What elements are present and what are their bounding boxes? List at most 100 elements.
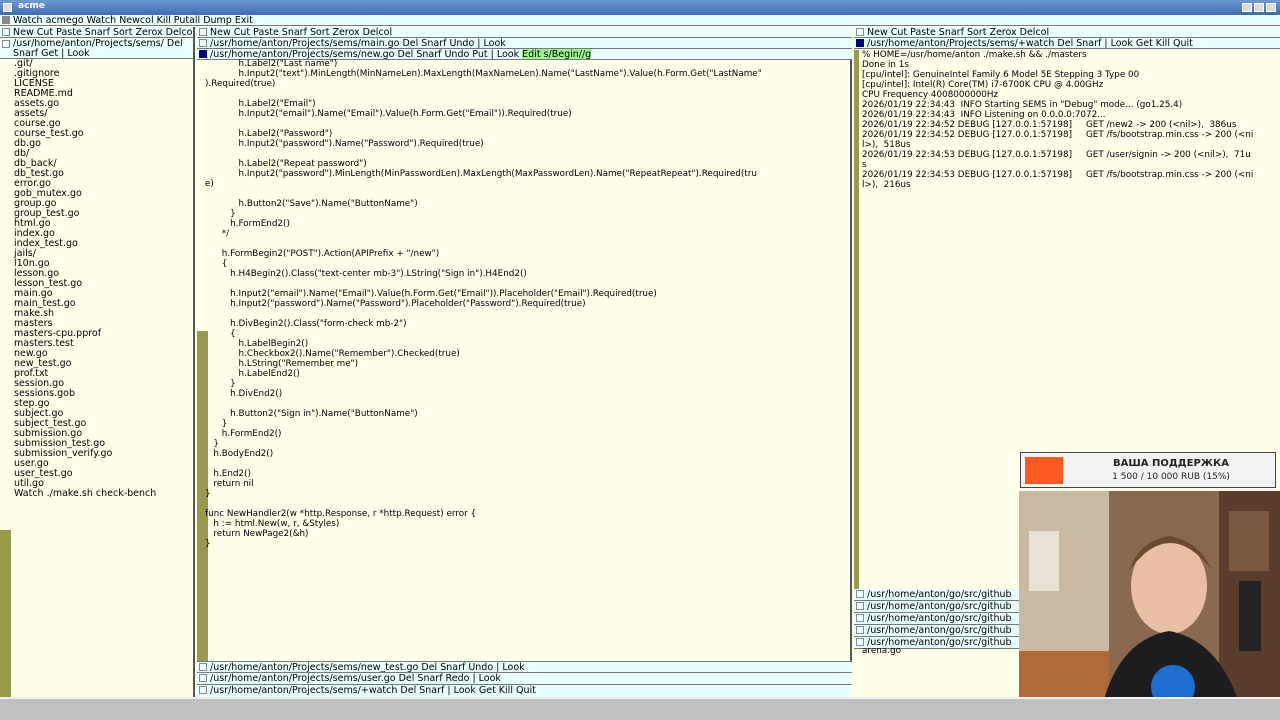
window-box[interactable]	[856, 614, 864, 622]
user-go-tag-text[interactable]: /usr/home/anton/Projects/sems/user.go De…	[210, 673, 501, 684]
left-column: New Cut Paste Snarf Sort Zerox Delcol /u…	[0, 27, 195, 697]
middle-column: New Cut Paste Snarf Sort Zerox Delcol /u…	[197, 27, 852, 697]
window-box[interactable]	[199, 674, 207, 682]
code-line: h.Input2("password").Name("Password").Pl…	[205, 299, 586, 309]
watch-tag[interactable]: /usr/home/anton/Projects/sems/+watch Del…	[197, 685, 852, 697]
middle-column-tag-text[interactable]: New Cut Paste Snarf Sort Zerox Delcol	[210, 27, 392, 37]
webcam-feed	[1019, 491, 1280, 720]
window-box[interactable]	[856, 638, 864, 646]
dir-window-tag-text[interactable]: /usr/home/anton/Projects/sems/ Del Snarf…	[13, 39, 193, 58]
code-line: h.Input2("password").MinLength(MinPasswo…	[205, 169, 757, 179]
output-line: % HOME=/usr/home/anton ./make.sh && ./ma…	[862, 50, 1087, 60]
code-line: */	[205, 229, 230, 239]
code-line: ).Required(true)	[205, 79, 276, 89]
stacked-window-tag-text[interactable]: /usr/home/anton/go/src/github	[867, 601, 1012, 612]
window-box[interactable]	[856, 602, 864, 610]
code-line: h.End2()	[205, 469, 251, 479]
code-line: h.DivEnd2()	[205, 389, 283, 399]
output-line: Done in 1s	[862, 60, 909, 70]
middle-column-tag[interactable]: New Cut Paste Snarf Sort Zerox Delcol	[197, 27, 852, 38]
code-line: {	[205, 259, 228, 269]
file-list-item[interactable]: Watch ./make.sh check-bench	[14, 489, 192, 499]
code-line: }	[205, 489, 211, 499]
watch-tag-text[interactable]: /usr/home/anton/Projects/sems/+watch Del…	[210, 685, 536, 696]
maximize-icon[interactable]	[1254, 3, 1264, 12]
output-line: [cpu/intel]: GenuineIntel Family 6 Model…	[862, 70, 1140, 80]
output-line: 2026/01/19 22:34:43 INFO Listening on 0.…	[862, 110, 1106, 120]
output-line: [cpu/intel]: Intel(R) Core(TM) i7-6700K …	[862, 80, 1104, 90]
file-list-item[interactable]: db.go	[14, 139, 192, 149]
output-window-tag[interactable]: /usr/home/anton/Projects/sems/+watch Del…	[854, 38, 1280, 49]
new-test-tag-text[interactable]: /usr/home/anton/Projects/sems/new_test.g…	[210, 662, 525, 672]
code-line: h.Label2("Password")	[205, 129, 333, 139]
close-icon[interactable]	[1266, 3, 1276, 12]
window-titlebar: acme	[0, 0, 1280, 15]
window-title: acme	[18, 1, 45, 11]
donation-widget: ВАША ПОДДЕРЖКА 1 500 / 10 000 RUB (15%)	[1020, 452, 1276, 488]
code-line: return nil	[205, 479, 254, 489]
window-box[interactable]	[199, 663, 207, 671]
code-line: h.FormEnd2()	[205, 429, 282, 439]
minimize-icon[interactable]	[1242, 3, 1252, 12]
file-list: .git/.gitignore LICENSE README.md assets.go…	[14, 59, 192, 499]
main-go-tag[interactable]: /usr/home/anton/Projects/sems/main.go De…	[197, 38, 852, 49]
main-go-tag-text[interactable]: /usr/home/anton/Projects/sems/main.go De…	[210, 38, 506, 48]
main-tag-text[interactable]: Watch acmego Watch Newcol Kill Putall Du…	[13, 15, 253, 25]
code-line: }	[205, 419, 228, 429]
stacked-window-tag-text[interactable]: /usr/home/anton/go/src/github	[867, 589, 1012, 600]
dir-scrollbar[interactable]	[0, 60, 11, 697]
window-box[interactable]	[2, 40, 10, 48]
stacked-window-tag-text[interactable]: /usr/home/anton/go/src/github	[867, 613, 1012, 624]
new-test-tag[interactable]: /usr/home/anton/Projects/sems/new_test.g…	[197, 661, 852, 673]
right-column-tag[interactable]: New Cut Paste Snarf Sort Zerox Delcol	[854, 27, 1280, 38]
code-line: h.DivBegin2().Class("form-check mb-2")	[205, 319, 407, 329]
left-column-tag-text[interactable]: New Cut Paste Snarf Sort Zerox Delcol	[13, 27, 193, 37]
code-line: h.Label2("Email")	[205, 99, 316, 109]
stacked-windows: /usr/home/anton/go/src/github/usr/home/a…	[854, 589, 1024, 649]
left-column-tag[interactable]: New Cut Paste Snarf Sort Zerox Delcol	[0, 27, 193, 38]
webcam-image	[1019, 491, 1280, 720]
stacked-window-tag[interactable]: /usr/home/anton/go/src/github	[854, 625, 1024, 637]
dir-scroll-thumb[interactable]	[0, 60, 11, 530]
arena-text[interactable]: arena.go	[862, 646, 901, 656]
output-scrollbar[interactable]	[854, 50, 859, 590]
donation-amount: 1 500 / 10 000 RUB (15%)	[1112, 472, 1230, 482]
stacked-window-tag-text[interactable]: /usr/home/anton/go/src/github	[867, 625, 1012, 636]
column-box[interactable]	[199, 28, 207, 36]
code-line: func NewHandler2(w *http.Response, r *ht…	[205, 509, 477, 519]
right-column-tag-text[interactable]: New Cut Paste Snarf Sort Zerox Delcol	[867, 27, 1049, 37]
output-line: l>), 518us	[862, 140, 911, 150]
code-line: e)	[205, 179, 214, 189]
main-tag[interactable]: Watch acmego Watch Newcol Kill Putall Du…	[0, 15, 1280, 26]
output-window-tag-text[interactable]: /usr/home/anton/Projects/sems/+watch Del…	[867, 38, 1193, 48]
code-line: h.Input2("text").MinLength(MinNameLen).M…	[205, 69, 762, 79]
file-list-item[interactable]: index_test.go	[14, 239, 192, 249]
output-line: 2026/01/19 22:34:43 INFO Starting SEMS i…	[862, 100, 1183, 110]
window-box[interactable]	[199, 686, 207, 694]
stacked-window-tag[interactable]: /usr/home/anton/go/src/github	[854, 613, 1024, 625]
window-box[interactable]	[199, 39, 207, 47]
code-line: {	[205, 329, 236, 339]
code-line: h := html.New(w, r, &Styles)	[205, 519, 340, 529]
output-line: 2026/01/19 22:34:53 DEBUG [127.0.0.1:571…	[862, 170, 1254, 180]
bottom-bar	[0, 697, 1280, 720]
dir-window-tag[interactable]: /usr/home/anton/Projects/sems/ Del Snarf…	[0, 39, 193, 59]
code-line: return NewPage2(&h)	[205, 529, 309, 539]
column-box[interactable]	[2, 28, 10, 36]
window-box[interactable]	[856, 626, 864, 634]
output-text[interactable]: % HOME=/usr/home/anton ./make.sh && ./ma…	[862, 50, 1278, 190]
main-tag-box[interactable]	[2, 16, 10, 24]
stacked-window-tag[interactable]: /usr/home/anton/go/src/github	[854, 589, 1024, 601]
window-box[interactable]	[856, 590, 864, 598]
code-line: h.Input2("email").Name("Email").Value(h.…	[205, 109, 572, 119]
stacked-window-tag[interactable]: /usr/home/anton/go/src/github	[854, 601, 1024, 613]
window-dirty-box[interactable]	[199, 50, 207, 58]
user-go-tag[interactable]: /usr/home/anton/Projects/sems/user.go De…	[197, 673, 852, 685]
column-box[interactable]	[856, 28, 864, 36]
code-editor[interactable]: h.Label2("Last name") h.Input2("text").M…	[205, 59, 850, 659]
window-dirty-box[interactable]	[856, 39, 864, 47]
